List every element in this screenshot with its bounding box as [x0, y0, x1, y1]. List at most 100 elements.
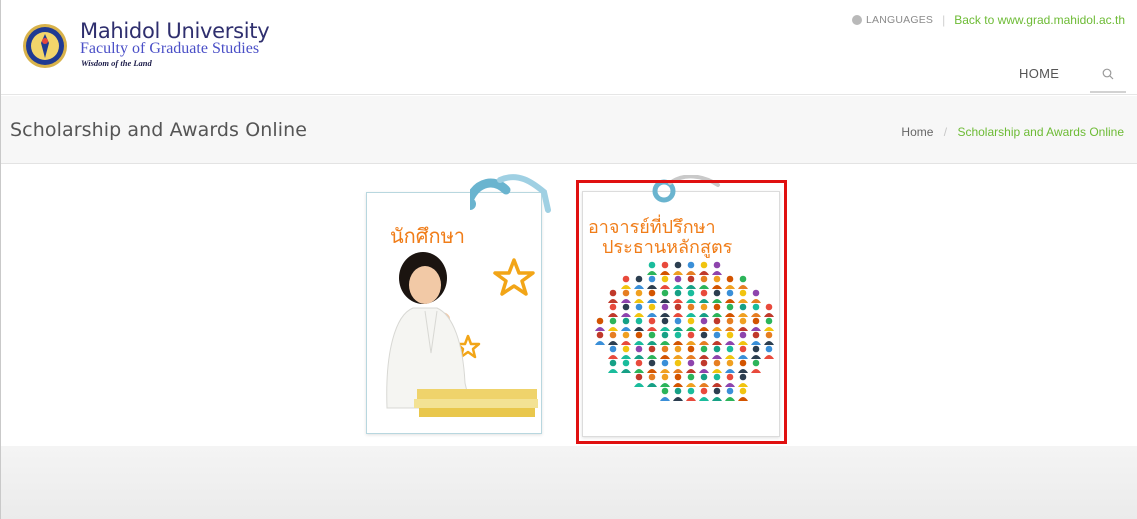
person-head-icon [674, 261, 682, 269]
person-body-icon [738, 341, 748, 345]
person-body-icon [660, 313, 670, 317]
breadcrumb-separator: / [943, 125, 948, 139]
person-head-icon [622, 275, 630, 283]
person-body-icon [764, 341, 774, 345]
person-body-icon [621, 355, 631, 359]
person-head-icon [648, 289, 656, 297]
person-head-icon [622, 359, 630, 367]
person-body-icon [712, 383, 722, 387]
person-body-icon [660, 397, 670, 401]
person-head-icon [739, 345, 747, 353]
person-body-icon [712, 397, 722, 401]
person-head-icon [622, 317, 630, 325]
person-head-icon [739, 289, 747, 297]
person-head-icon [700, 387, 708, 395]
person-body-icon [660, 327, 670, 331]
person-body-icon [738, 383, 748, 387]
brand-block: Mahidol University Faculty of Graduate S… [80, 20, 270, 68]
person-head-icon [648, 303, 656, 311]
person-head-icon [713, 317, 721, 325]
person-body-icon [608, 355, 618, 359]
person-body-icon [634, 341, 644, 345]
person-body-icon [647, 369, 657, 373]
breadcrumb-home[interactable]: Home [901, 125, 933, 139]
person-body-icon [686, 397, 696, 401]
person-head-icon [648, 317, 656, 325]
person-body-icon [647, 355, 657, 359]
faculty-name[interactable]: Faculty of Graduate Studies [80, 41, 269, 57]
person-head-icon [622, 289, 630, 297]
breadcrumb-current[interactable]: Scholarship and Awards Online [957, 125, 1124, 139]
person-head-icon [752, 303, 760, 311]
person-head-icon [661, 331, 669, 339]
person-head-icon [739, 317, 747, 325]
person-body-icon [738, 369, 748, 373]
person-head-icon [622, 303, 630, 311]
person-head-icon [726, 373, 734, 381]
search-button[interactable] [1090, 55, 1126, 93]
person-body-icon [699, 341, 709, 345]
person-body-icon [725, 383, 735, 387]
person-head-icon [739, 303, 747, 311]
person-head-icon [635, 275, 643, 283]
person-body-icon [608, 327, 618, 331]
person-head-icon [661, 359, 669, 367]
motto: Wisdom of the Land [81, 58, 152, 68]
person-head-icon [609, 303, 617, 311]
person-body-icon [738, 397, 748, 401]
person-body-icon [673, 397, 683, 401]
person-head-icon [752, 359, 760, 367]
person-head-icon [726, 289, 734, 297]
university-name[interactable]: Mahidol University [80, 20, 270, 42]
person-head-icon [752, 345, 760, 353]
back-to-site-link[interactable]: Back to www.grad.mahidol.ac.th [954, 13, 1125, 27]
person-head-icon [648, 373, 656, 381]
person-body-icon [634, 327, 644, 331]
person-body-icon [738, 327, 748, 331]
person-head-icon [674, 331, 682, 339]
person-body-icon [660, 383, 670, 387]
nav-home[interactable]: HOME [1019, 66, 1059, 81]
person-body-icon [660, 341, 670, 345]
person-body-icon [621, 285, 631, 289]
person-body-icon [660, 299, 670, 303]
university-seal-logo[interactable] [22, 23, 68, 69]
person-body-icon [686, 383, 696, 387]
person-body-icon [660, 369, 670, 373]
person-body-icon [595, 341, 605, 345]
languages-menu[interactable]: LANGUAGES [851, 14, 933, 26]
person-body-icon [738, 313, 748, 317]
person-head-icon [726, 331, 734, 339]
person-head-icon [739, 331, 747, 339]
person-body-icon [725, 341, 735, 345]
separator: | [942, 13, 946, 27]
person-body-icon [634, 313, 644, 317]
person-body-icon [725, 285, 735, 289]
advisor-card[interactable]: อาจารย์ที่ปรึกษา ประธานหลักสูตร [582, 191, 780, 437]
person-head-icon [687, 345, 695, 353]
person-head-icon [635, 303, 643, 311]
advisor-card-ribbon [652, 175, 720, 203]
person-body-icon [725, 299, 735, 303]
person-head-icon [635, 373, 643, 381]
person-head-icon [713, 289, 721, 297]
people-speech-bubble-illustration [595, 261, 774, 401]
person-head-icon [687, 261, 695, 269]
student-card[interactable]: นักศึกษา [366, 192, 542, 434]
person-body-icon [686, 313, 696, 317]
person-body-icon [764, 327, 774, 331]
person-head-icon [674, 303, 682, 311]
person-head-icon [765, 331, 773, 339]
person-head-icon [674, 359, 682, 367]
person-head-icon [713, 359, 721, 367]
person-body-icon [621, 313, 631, 317]
person-head-icon [596, 331, 604, 339]
person-body-icon [621, 341, 631, 345]
person-body-icon [764, 313, 774, 317]
person-body-icon [686, 299, 696, 303]
person-head-icon [661, 275, 669, 283]
person-head-icon [661, 289, 669, 297]
person-body-icon [660, 271, 670, 275]
person-head-icon [609, 359, 617, 367]
person-head-icon [622, 331, 630, 339]
